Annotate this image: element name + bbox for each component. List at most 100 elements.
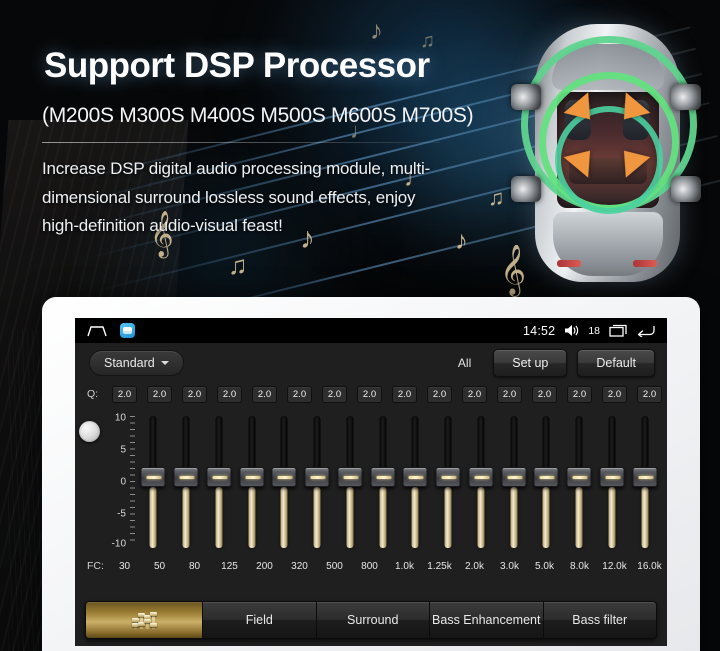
back-icon[interactable] [636,324,655,337]
band-slider[interactable] [628,408,661,554]
slider-thumb[interactable] [173,467,199,487]
band-slider[interactable] [497,408,530,554]
band-slider[interactable] [366,408,399,554]
setup-button[interactable]: Set up [493,349,568,377]
tab-field[interactable]: Field [203,602,317,638]
tab-equalizer[interactable] [86,602,203,638]
fc-value-list: 30 50 80 125 200 320 500 800 1.0k 1.25k 2.0k 3.0k 5.… [107,561,667,572]
slider-track-lower [346,487,354,548]
band-slider[interactable] [596,408,629,554]
band-slider[interactable] [432,408,465,554]
slider-track-lower [280,487,288,548]
band-slider[interactable] [170,408,203,554]
band-slider[interactable] [268,408,301,554]
q-cell: 2.0 [422,385,457,403]
music-note-icon: ♪ [455,225,468,255]
band-slider[interactable] [301,408,334,554]
fc-value: 200 [256,560,273,572]
q-value[interactable]: 2.0 [146,385,173,403]
tab-label: Surround [347,613,399,627]
tab-surround[interactable]: Surround [316,602,430,638]
q-value[interactable]: 2.0 [496,385,523,403]
q-value[interactable]: 2.0 [356,385,383,403]
home-icon[interactable] [87,324,107,337]
promo-description: Increase DSP digital audio processing mo… [42,159,431,236]
band-slider[interactable] [137,408,170,554]
q-value[interactable]: 2.0 [251,385,278,403]
q-value-list: 2.0 2.0 2.0 2.0 2.0 2.0 2.0 2.0 2.0 2.0 2.0 2.0 2.0 2… [107,385,667,403]
q-cell: 2.0 [457,385,492,403]
q-value[interactable]: 2.0 [216,385,243,403]
slider-track-lower [444,487,452,548]
q-value[interactable]: 2.0 [391,385,418,403]
slider-thumb[interactable] [533,467,559,487]
band-slider[interactable] [203,408,236,554]
device-bezel: 14:52 18 Standard All Set up Default Q: … [42,297,700,651]
app-icon[interactable] [120,323,135,338]
q-cell: 2.0 [317,385,352,403]
slider-track-lower [182,487,190,548]
q-value[interactable]: 2.0 [636,385,663,403]
preset-dropdown[interactable]: Standard [89,350,184,376]
tab-bass-enhancement[interactable]: Bass Enhancement [430,602,544,638]
recents-icon[interactable] [609,324,627,337]
q-value[interactable]: 2.0 [321,385,348,403]
slider-thumb[interactable] [206,467,232,487]
music-note-icon: ♫ [228,250,248,280]
slider-thumb[interactable] [632,467,658,487]
slider-thumb[interactable] [501,467,527,487]
slider-thumb[interactable] [239,467,265,487]
q-value[interactable]: 2.0 [461,385,488,403]
band-slider[interactable] [530,408,563,554]
band-slider[interactable] [399,408,432,554]
band-slider[interactable] [563,408,596,554]
level-knob[interactable] [79,421,100,442]
slider-track-lower [215,487,223,548]
fc-value: 320 [291,560,308,572]
chevron-down-icon [160,361,169,365]
all-label[interactable]: All [458,356,483,370]
q-value[interactable]: 2.0 [111,385,138,403]
slider-thumb[interactable] [468,467,494,487]
fc-row: FC: 30 50 80 125 200 320 500 800 1.0k 1.25k 2.0k 3.… [75,555,667,577]
speaker-icon [511,176,541,202]
status-clock: 14:52 [523,323,556,338]
tab-bass-filter[interactable]: Bass filter [543,602,656,638]
q-cell: 2.0 [492,385,527,403]
band-slider[interactable] [334,408,367,554]
volume-level: 18 [588,324,600,337]
band-slider[interactable] [235,408,268,554]
slider-thumb[interactable] [337,467,363,487]
fc-value: 3.0k [500,560,519,572]
fc-value: 8.0k [570,560,589,572]
fc-value: 125 [221,560,238,572]
q-value[interactable]: 2.0 [286,385,313,403]
q-value[interactable]: 2.0 [181,385,208,403]
slider-thumb[interactable] [599,467,625,487]
slider-track-lower [641,487,649,548]
q-value[interactable]: 2.0 [426,385,453,403]
default-button[interactable]: Default [577,349,655,377]
band-slider[interactable] [465,408,498,554]
q-value[interactable]: 2.0 [531,385,558,403]
q-cell: 2.0 [527,385,562,403]
q-value[interactable]: 2.0 [601,385,628,403]
slider-thumb[interactable] [566,467,592,487]
fc-value: 30 [118,560,131,572]
model-list: (M200S M300S M400S M500S M600S M700S) [42,104,474,127]
fc-value: 1.0k [395,560,414,572]
slider-thumb[interactable] [271,467,297,487]
slider-thumb[interactable] [402,467,428,487]
slider-thumb[interactable] [304,467,330,487]
slider-track-lower [510,487,518,548]
slider-thumb[interactable] [140,467,166,487]
slider-thumb[interactable] [370,467,396,487]
q-cell: 2.0 [142,385,177,403]
slider-thumb[interactable] [435,467,461,487]
volume-icon[interactable] [564,324,579,337]
q-cell: 2.0 [282,385,317,403]
fc-value: 800 [361,560,378,572]
q-value[interactable]: 2.0 [566,385,593,403]
fc-value: 500 [326,560,343,572]
car-taillight [633,260,657,267]
